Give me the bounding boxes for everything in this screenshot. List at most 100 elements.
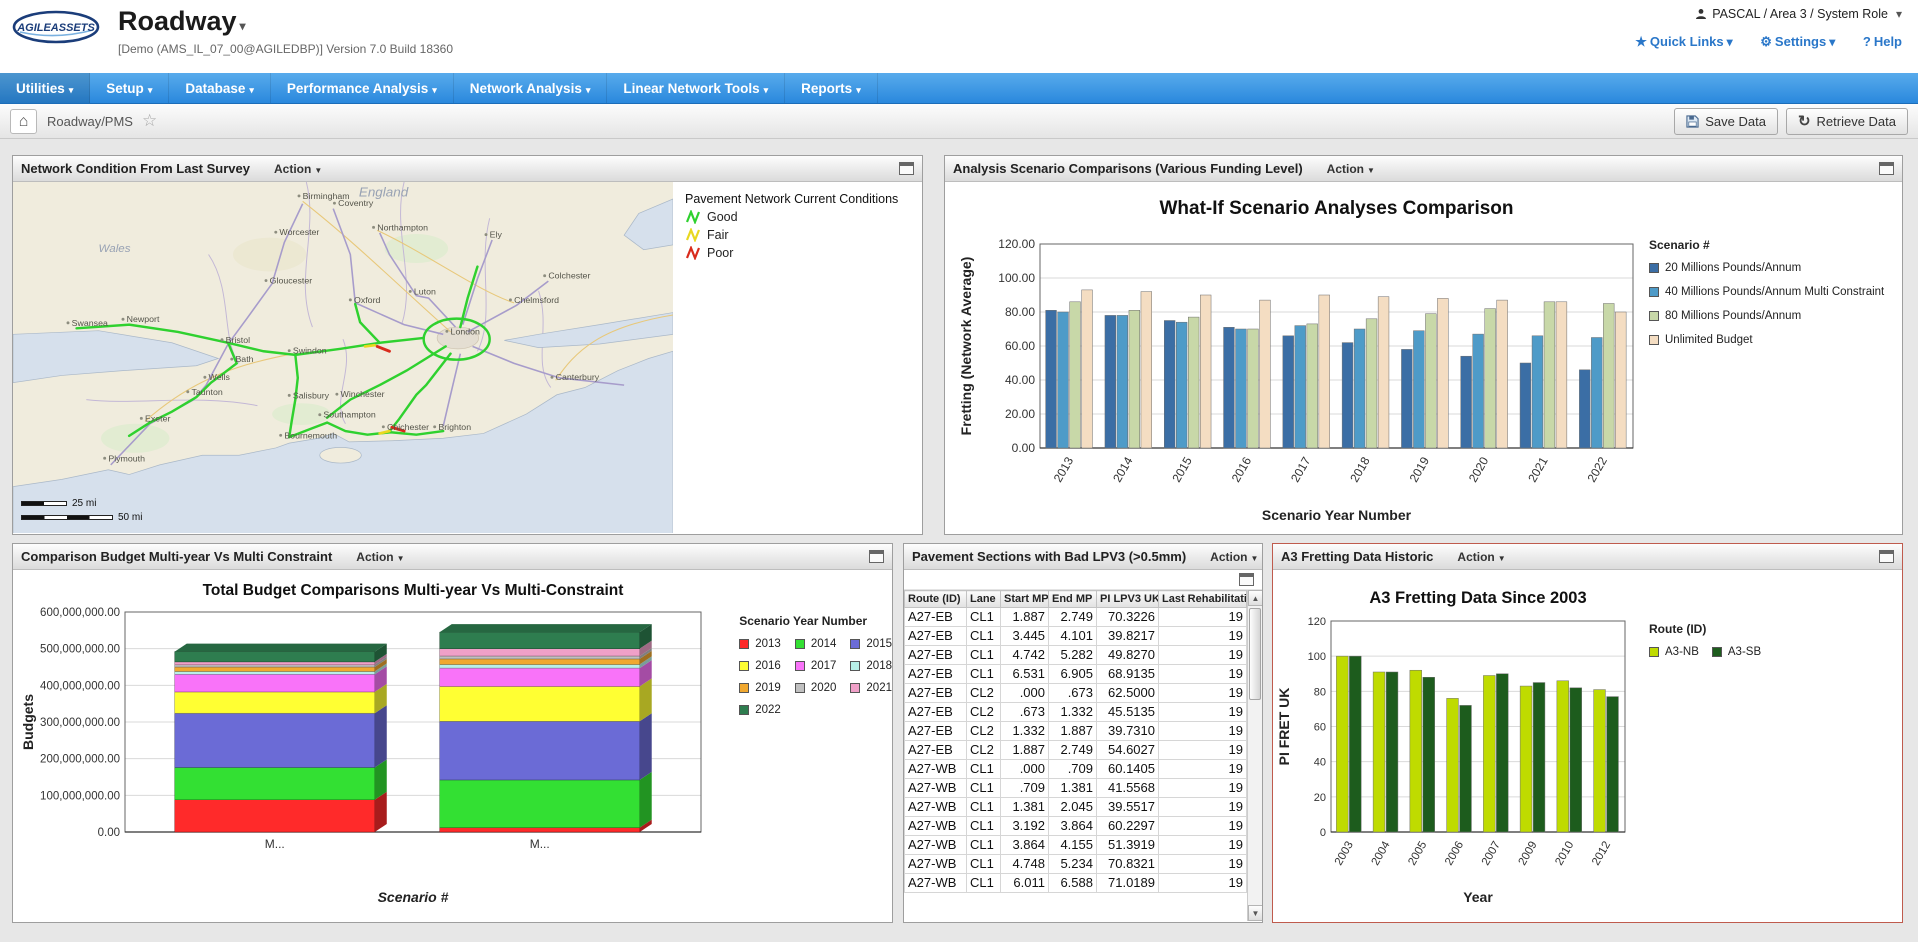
table-row[interactable]: A27-EBCL2.6731.33245.513519 [905, 703, 1247, 722]
city-dot [333, 202, 336, 205]
column-header[interactable]: End MP [1049, 591, 1097, 608]
scroll-up-arrow[interactable]: ▲ [1248, 590, 1262, 606]
condition-squiggle-icon [685, 228, 703, 242]
scroll-track[interactable] [1248, 606, 1262, 905]
action-menu[interactable]: Action▼ [274, 162, 322, 176]
column-header[interactable]: Start MP [1001, 591, 1049, 608]
table-cell: 19 [1159, 779, 1247, 798]
city-label: London [451, 326, 480, 336]
city-label: Plymouth [108, 453, 145, 463]
city-label: Bath [235, 354, 253, 364]
bar [1594, 690, 1606, 832]
table-cell: 1.887 [1001, 741, 1049, 760]
table-row[interactable]: A27-EBCL21.3321.88739.731019 [905, 722, 1247, 741]
column-header[interactable]: Route (ID) [905, 591, 967, 608]
table-row[interactable]: A27-WBCL13.1923.86460.229719 [905, 817, 1247, 836]
bar [1579, 370, 1590, 448]
table-row[interactable]: A27-WBCL11.3812.04539.551719 [905, 798, 1247, 817]
home-button[interactable]: ⌂ [10, 109, 37, 134]
agileassets-logo[interactable]: AGILEASSETS [12, 9, 100, 45]
bar-segment [175, 767, 375, 799]
table-row[interactable]: A27-WBCL14.7485.23470.832119 [905, 855, 1247, 874]
table-cell: CL2 [967, 722, 1001, 741]
vertical-scrollbar[interactable]: ▲ ▼ [1247, 590, 1262, 921]
column-header[interactable]: PI LPV3 UK [1097, 591, 1159, 608]
maximize-icon[interactable] [1879, 550, 1894, 563]
table-row[interactable]: A27-WBCL13.8644.15551.391919 [905, 836, 1247, 855]
quick-links-menu[interactable]: ★Quick Links▾ [1635, 34, 1732, 49]
nav-item-reports[interactable]: Reports▾ [785, 73, 878, 103]
nav-item-network-analysis[interactable]: Network Analysis▾ [454, 73, 608, 103]
nav-item-database[interactable]: Database▾ [169, 73, 271, 103]
save-data-button[interactable]: Save Data [1674, 108, 1778, 135]
panel-title: Comparison Budget Multi-year Vs Multi Co… [21, 549, 332, 564]
panel-budget-comparison: Comparison Budget Multi-year Vs Multi Co… [12, 543, 893, 923]
action-menu[interactable]: Action▼ [1457, 550, 1505, 564]
table-row[interactable]: A27-EBCL14.7425.28249.827019 [905, 646, 1247, 665]
legend-swatch [1712, 647, 1722, 657]
table-row[interactable]: A27-EBCL21.8872.74954.602719 [905, 741, 1247, 760]
table-cell: CL2 [967, 684, 1001, 703]
bar-segment [440, 656, 640, 659]
bar [1386, 672, 1398, 832]
caret-down-icon: ▾ [148, 85, 153, 95]
x-tick-label: 2013 [1051, 454, 1077, 484]
nav-item-setup[interactable]: Setup▾ [90, 73, 169, 103]
bar [1532, 336, 1543, 448]
nav-item-linear-network-tools[interactable]: Linear Network Tools▾ [607, 73, 785, 103]
x-tick-label: M... [265, 837, 285, 851]
nav-item-performance-analysis[interactable]: Performance Analysis▾ [271, 73, 454, 103]
y-tick-label: 60.00 [1005, 339, 1035, 353]
column-header[interactable]: Last Rehabilitation Y... [1159, 591, 1247, 608]
table-cell: CL2 [967, 741, 1001, 760]
scroll-thumb[interactable] [1249, 608, 1261, 700]
table-row[interactable]: A27-WBCL16.0116.58871.018919 [905, 874, 1247, 893]
bar [1378, 297, 1389, 448]
user-menu[interactable]: PASCAL / Area 3 / System Role▾ [1611, 7, 1902, 21]
retrieve-data-button[interactable]: ↻ Retrieve Data [1786, 108, 1908, 135]
city-label: Bristol [226, 335, 250, 345]
maximize-icon[interactable] [869, 550, 884, 563]
nav-item-utilities[interactable]: Utilities▾ [0, 73, 90, 103]
table-cell: A27-EB [905, 608, 967, 627]
action-menu[interactable]: Action▼ [1327, 162, 1375, 176]
maximize-icon[interactable] [1239, 573, 1254, 586]
legend-swatch [850, 661, 860, 671]
table-cell: CL1 [967, 627, 1001, 646]
table-row[interactable]: A27-EBCL2.000.67362.500019 [905, 684, 1247, 703]
table-row[interactable]: A27-WBCL1.000.70960.140519 [905, 760, 1247, 779]
city-label: Luton [414, 286, 436, 296]
bar [1497, 300, 1508, 448]
table-cell: 68.9135 [1097, 665, 1159, 684]
table-cell: 6.905 [1049, 665, 1097, 684]
table-row[interactable]: A27-WBCL1.7091.38141.556819 [905, 779, 1247, 798]
network-condition-map[interactable]: BirminghamCoventryWorcesterNorthamptonGl… [13, 182, 673, 533]
favorite-star-icon[interactable]: ☆ [142, 111, 157, 131]
legend-title: Scenario Year Number [739, 614, 892, 628]
help-link[interactable]: ?Help [1863, 34, 1902, 49]
table-row[interactable]: A27-EBCL13.4454.10139.821719 [905, 627, 1247, 646]
map-panel-body: BirminghamCoventryWorcesterNorthamptonGl… [13, 182, 922, 533]
scroll-down-arrow[interactable]: ▼ [1248, 905, 1262, 921]
city-label: Worcester [279, 227, 319, 237]
table-cell: 6.531 [1001, 665, 1049, 684]
maximize-icon[interactable] [1879, 162, 1894, 175]
bar-segment [175, 674, 375, 692]
action-menu[interactable]: Action▼ [356, 550, 404, 564]
city-dot [318, 413, 321, 416]
table-row[interactable]: A27-EBCL16.5316.90568.913519 [905, 665, 1247, 684]
action-menu[interactable]: Action▼ [1210, 550, 1258, 564]
app-title-menu[interactable]: Roadway▾ [118, 6, 453, 37]
table-row[interactable]: A27-EBCL11.8872.74970.322619 [905, 608, 1247, 627]
table-panel-body: Route (ID)LaneStart MPEnd MPPI LPV3 UKLa… [904, 570, 1262, 921]
city-dot [288, 394, 291, 397]
bar-segment [440, 828, 640, 832]
logo-text: AGILEASSETS [16, 22, 95, 34]
breadcrumb-bar: ⌂ Roadway/PMS ☆ Save Data ↻ Retrieve Dat… [0, 104, 1918, 139]
panel-title-bar: A3 Fretting Data Historic Action▼ [1273, 544, 1902, 570]
user-info: PASCAL / Area 3 / System Role [1712, 7, 1888, 21]
settings-menu[interactable]: ⚙Settings▾ [1760, 34, 1835, 49]
budget-chart: 0.00100,000,000.00200,000,000.00300,000,… [13, 570, 717, 921]
column-header[interactable]: Lane [967, 591, 1001, 608]
maximize-icon[interactable] [899, 162, 914, 175]
